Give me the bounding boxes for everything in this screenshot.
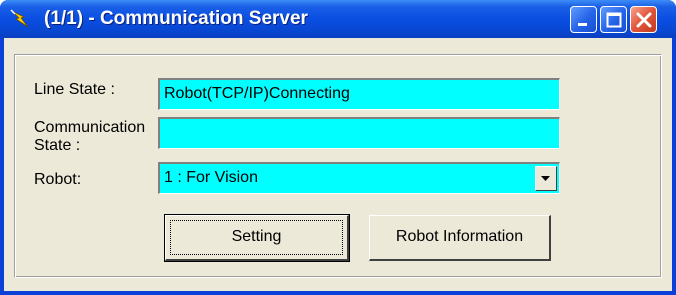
comm-state-label-line2: State : bbox=[34, 137, 81, 154]
lightning-app-icon bbox=[10, 9, 29, 28]
comm-state-label-line1: Communication bbox=[34, 119, 146, 136]
robot-dropdown-button[interactable] bbox=[535, 166, 557, 191]
window-bottom-border bbox=[0, 291, 676, 295]
chevron-down-icon bbox=[541, 176, 550, 181]
communication-state-field[interactable] bbox=[158, 117, 560, 149]
robot-information-button-label: Robot Information bbox=[395, 228, 524, 245]
title-bar[interactable]: (1/1) - Communication Server bbox=[0, 0, 676, 38]
window-title: (1/1) - Communication Server bbox=[44, 8, 308, 29]
line-state-label: Line State : bbox=[34, 81, 115, 98]
maximize-icon bbox=[606, 12, 622, 28]
robot-select[interactable]: 1 : For Vision bbox=[158, 162, 560, 194]
setting-button[interactable]: Setting bbox=[164, 214, 350, 262]
focus-rectangle bbox=[170, 220, 343, 255]
close-button[interactable] bbox=[630, 6, 657, 33]
close-icon bbox=[636, 12, 652, 28]
minimize-icon bbox=[578, 23, 587, 26]
robot-label: Robot: bbox=[34, 171, 82, 188]
robot-select-value: 1 : For Vision bbox=[164, 169, 258, 186]
line-state-field[interactable]: Robot(TCP/IP)Connecting bbox=[158, 78, 560, 110]
robot-information-button[interactable]: Robot Information bbox=[369, 215, 551, 261]
maximize-button[interactable] bbox=[600, 6, 627, 33]
minimize-button[interactable] bbox=[570, 6, 597, 33]
